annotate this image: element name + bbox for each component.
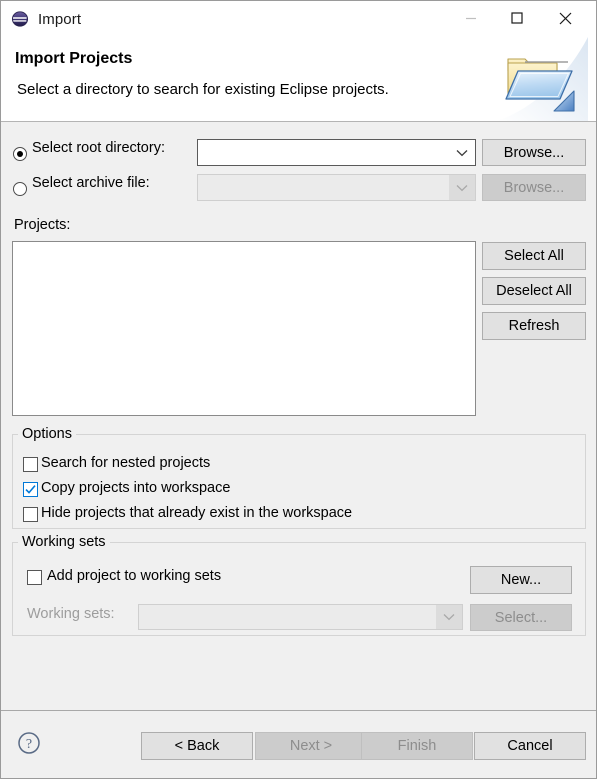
select-all-button[interactable]: Select All — [482, 242, 586, 270]
label-select-archive-file: Select archive file: — [32, 175, 150, 191]
wizard-banner: Import Projects Select a directory to se… — [1, 37, 596, 122]
label-search-nested-projects: Search for nested projects — [41, 455, 211, 471]
projects-list[interactable] — [12, 241, 476, 416]
svg-text:?: ? — [26, 737, 32, 752]
window-title: Import — [38, 10, 82, 28]
dialog-button-bar: ? < Back Next > Finish Cancel — [1, 710, 596, 778]
label-copy-projects-into-workspace: Copy projects into workspace — [41, 480, 231, 496]
dialog-body: Select root directory: Browse... Select … — [1, 122, 596, 710]
browse-root-directory-button[interactable]: Browse... — [482, 139, 586, 166]
select-working-sets-button: Select... — [470, 604, 572, 631]
browse-archive-file-button: Browse... — [482, 174, 586, 201]
chevron-down-icon — [449, 175, 475, 200]
working-sets-combo — [138, 604, 463, 630]
page-description: Select a directory to search for existin… — [17, 81, 389, 98]
options-group-label: Options — [18, 426, 76, 442]
open-folder-icon — [496, 37, 588, 121]
cancel-button[interactable]: Cancel — [474, 732, 586, 760]
next-button: Next > — [255, 732, 367, 760]
checkbox-hide-existing-projects[interactable] — [23, 507, 38, 522]
checkbox-add-project-to-working-sets[interactable] — [27, 570, 42, 585]
checkbox-search-nested-projects[interactable] — [23, 457, 38, 472]
refresh-button[interactable]: Refresh — [482, 312, 586, 340]
page-title: Import Projects — [15, 50, 133, 67]
maximize-button[interactable] — [494, 1, 540, 35]
chevron-down-icon — [449, 140, 475, 165]
help-icon[interactable]: ? — [17, 731, 41, 755]
label-hide-existing-projects: Hide projects that already exist in the … — [41, 505, 353, 521]
checkbox-copy-projects-into-workspace[interactable] — [23, 482, 38, 497]
label-add-project-to-working-sets: Add project to working sets — [47, 568, 222, 584]
import-projects-dialog: Import Import Projects Select a director… — [0, 0, 597, 779]
deselect-all-button[interactable]: Deselect All — [482, 277, 586, 305]
back-button[interactable]: < Back — [141, 732, 253, 760]
new-working-set-button[interactable]: New... — [470, 566, 572, 594]
radio-select-root-directory[interactable] — [13, 147, 27, 161]
minimize-button[interactable] — [448, 1, 494, 35]
finish-button: Finish — [361, 732, 473, 760]
close-button[interactable] — [542, 1, 588, 35]
root-directory-combo[interactable] — [197, 139, 476, 166]
label-select-root-directory: Select root directory: — [32, 140, 165, 156]
title-bar: Import — [1, 1, 596, 37]
chevron-down-icon — [436, 605, 462, 629]
eclipse-icon — [11, 10, 29, 28]
archive-file-combo — [197, 174, 476, 201]
projects-label: Projects: — [14, 217, 71, 233]
working-sets-group-label: Working sets — [18, 534, 110, 550]
radio-select-archive-file[interactable] — [13, 182, 27, 196]
working-sets-combo-label: Working sets: — [27, 606, 115, 622]
